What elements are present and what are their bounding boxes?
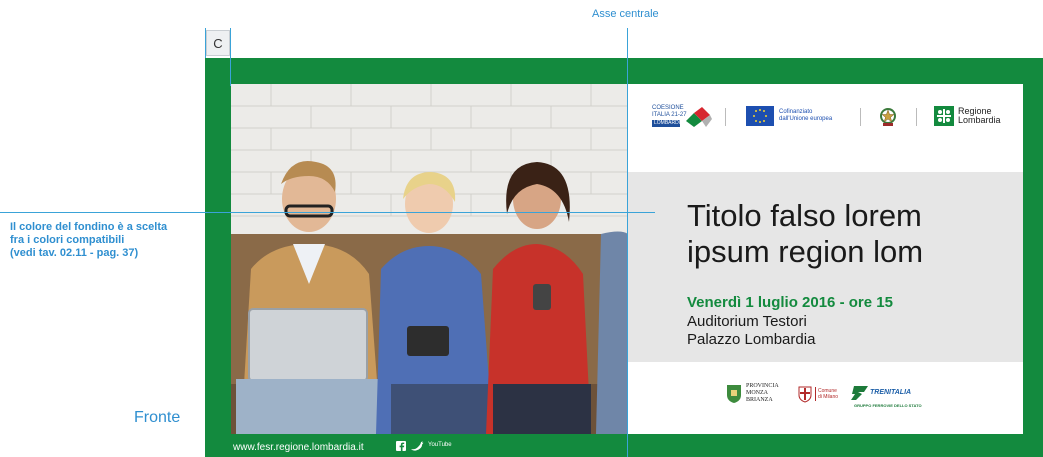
provincia-line-2: MONZA <box>746 390 768 396</box>
eu-line-2: dall'Unione europea <box>779 116 833 122</box>
hero-photo <box>231 84 628 434</box>
venue-line-1: Auditorium Testori <box>687 313 807 330</box>
trenitalia-name: TRENITALIA <box>870 389 912 396</box>
coesione-arrows-icon <box>686 107 712 127</box>
event-venue: Auditorium Testori Palazzo Lombardia <box>687 313 815 349</box>
regione-lombardia-logo: Regione Lombardia <box>934 106 1014 128</box>
italian-emblem-icon <box>880 108 896 126</box>
event-title: Titolo falso lorem ipsum region lom <box>687 198 1017 270</box>
corner-marker: C <box>206 30 230 56</box>
logo-separator <box>916 108 917 126</box>
provincia-line-1: PROVINCIA <box>746 383 779 389</box>
side-label: Fronte <box>134 409 181 426</box>
note-line-3: (vedi tav. 02.11 - pag. 37) <box>10 247 139 259</box>
axis-label: Asse centrale <box>592 8 659 20</box>
milano-crest-icon <box>798 386 812 403</box>
event-panel: COESIONE ITALIA 21-27 LOMBARDIA Cofinanz… <box>628 84 1023 434</box>
coesione-italia-logo: COESIONE ITALIA 21-27 LOMBARDIA <box>652 105 714 129</box>
note-pointer-line <box>0 212 655 213</box>
lombardia-rose-icon <box>934 106 954 126</box>
youtube-text: YouTube <box>428 442 452 448</box>
milano-line-2: di Milano <box>818 394 839 400</box>
trenitalia-sub: GRUPPO FERROVIE DELLO STATO <box>854 403 922 408</box>
eu-cofinanced-logo: Cofinanziato dall'Unione europea <box>746 106 846 128</box>
trenitalia-logo: TRENITALIA GRUPPO FERROVIE DELLO STATO <box>850 384 930 410</box>
provincia-monza-brianza-logo: PROVINCIA MONZA BRIANZA <box>726 382 779 410</box>
milano-divider <box>815 387 816 401</box>
eu-flag-icon <box>746 106 774 126</box>
eu-line-1: Cofinanziato <box>779 109 813 115</box>
provincia-line-3: BRIANZA <box>746 397 773 403</box>
coesione-band: LOMBARDIA <box>652 120 684 127</box>
note-line-2: fra i colori compatibili <box>10 234 125 246</box>
margin-guide-left <box>205 28 206 58</box>
coesione-line-2: ITALIA 21-27 <box>652 112 687 118</box>
coesione-line-1: COESIONE <box>652 105 684 111</box>
event-title-line-2: ipsum region lom <box>687 234 924 269</box>
footer-url[interactable]: www.fesr.regione.lombardia.it <box>233 442 364 453</box>
logo-separator <box>725 108 726 126</box>
facebook-icon[interactable] <box>396 441 406 451</box>
note-line-1: Il colore del fondino è a scelta <box>10 221 168 233</box>
margin-guide-right <box>230 28 231 86</box>
people-photo-illustration <box>231 84 628 434</box>
background-color-note: Il colore del fondino è a scelta fra i c… <box>10 221 200 260</box>
event-title-line-1: Titolo falso lorem <box>687 198 922 233</box>
lombardia-line-2: Lombardia <box>958 115 1001 125</box>
coesione-line-3: LOMBARDIA <box>654 120 684 126</box>
central-axis-guide <box>627 28 628 457</box>
trenitalia-s-icon <box>851 386 868 400</box>
event-date: Venerdì 1 luglio 2016 - ore 15 <box>687 294 893 311</box>
youtube-icon[interactable]: YouTube <box>428 441 452 451</box>
venue-line-2: Palazzo Lombardia <box>687 331 816 348</box>
provincia-shield-icon <box>727 385 741 403</box>
logo-separator <box>860 108 861 126</box>
twitter-icon[interactable] <box>410 441 424 451</box>
comune-milano-logo: Comune di Milano <box>798 383 838 409</box>
header-logos: COESIONE ITALIA 21-27 LOMBARDIA Cofinanz… <box>628 102 1023 132</box>
